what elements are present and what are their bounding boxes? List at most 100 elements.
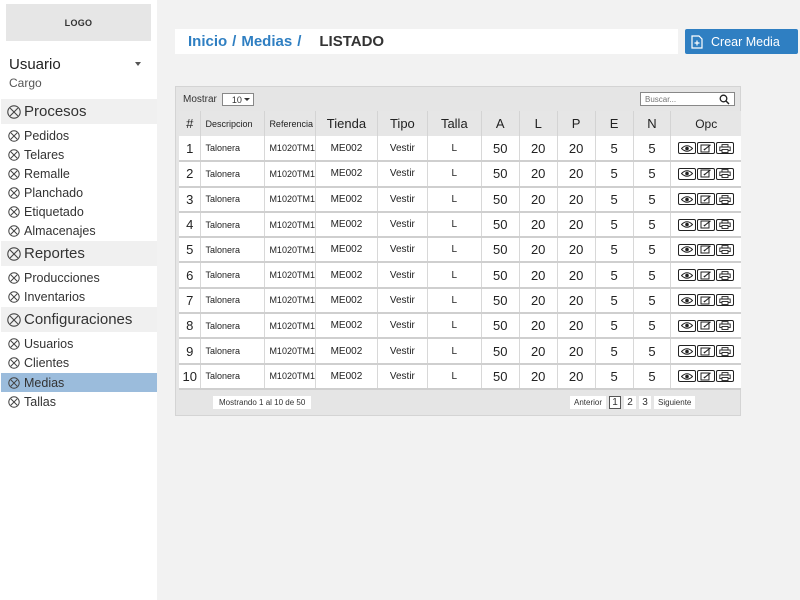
cell-n: 5 [632, 237, 671, 264]
sidebar-item-planchado[interactable]: Planchado [1, 183, 157, 202]
print-icon[interactable] [716, 243, 735, 256]
cell-tipo: Vestir [376, 136, 428, 163]
cell-l: 20 [518, 338, 558, 365]
view-eye-icon[interactable] [678, 142, 697, 155]
circle-x-icon [8, 271, 20, 284]
row-actions [671, 243, 741, 256]
cell-tipo: Vestir [376, 338, 428, 365]
sidebar-item-inventarios[interactable]: Inventarios [1, 287, 157, 306]
col-header-referencia[interactable]: Referencia [264, 111, 316, 136]
view-eye-icon[interactable] [678, 345, 697, 358]
cell-opc [670, 363, 741, 390]
edit-icon[interactable] [697, 167, 716, 180]
edit-icon[interactable] [697, 193, 716, 206]
sidebar-item-pedidos[interactable]: Pedidos [1, 126, 157, 145]
col-header-tienda[interactable]: Tienda [314, 111, 378, 136]
edit-icon[interactable] [697, 142, 716, 155]
circle-x-icon [8, 395, 20, 408]
view-eye-icon[interactable] [678, 193, 697, 206]
breadcrumb-medias[interactable]: Medias [241, 33, 292, 50]
print-icon[interactable] [716, 294, 735, 307]
print-icon[interactable] [716, 193, 735, 206]
sidebar-section-reportes[interactable]: Reportes [1, 241, 157, 266]
view-eye-icon[interactable] [678, 167, 697, 180]
edit-icon[interactable] [697, 345, 716, 358]
print-icon[interactable] [716, 167, 735, 180]
sidebar-item-label: Planchado [24, 185, 84, 200]
cell-e: 5 [594, 287, 634, 315]
view-eye-icon[interactable] [678, 294, 697, 307]
user-name: Usuario [9, 55, 61, 73]
col-header-e[interactable]: E [594, 111, 634, 136]
media-table: # Descripcion Referencia Tienda Tipo Tal… [179, 111, 741, 390]
pagination-prev[interactable]: Anterior [570, 396, 607, 409]
col-header-p[interactable]: P [556, 111, 596, 136]
edit-icon[interactable] [697, 294, 716, 307]
cell-l: 20 [518, 186, 558, 213]
edit-icon[interactable] [697, 319, 716, 332]
cell-tipo: Vestir [376, 186, 428, 213]
sidebar-item-usuarios[interactable]: Usuarios [1, 334, 157, 353]
user-menu[interactable]: Usuario [9, 55, 149, 73]
edit-icon[interactable] [697, 370, 716, 383]
row-actions [671, 193, 741, 206]
pagination-next[interactable]: Siguiente [654, 396, 696, 409]
circle-x-icon [8, 186, 20, 199]
search-box[interactable] [640, 92, 735, 106]
pagination-page-1[interactable]: 1 [609, 396, 622, 409]
cell-tienda: ME002 [314, 313, 378, 340]
col-header-n[interactable]: N [632, 111, 671, 136]
cell-p: 20 [556, 161, 596, 188]
print-icon[interactable] [716, 370, 735, 383]
sidebar-item-remalle[interactable]: Remalle [1, 164, 157, 183]
view-eye-icon[interactable] [678, 243, 697, 256]
view-eye-icon[interactable] [678, 218, 697, 231]
print-icon[interactable] [716, 345, 735, 358]
create-media-button[interactable]: Crear Media [685, 29, 798, 54]
sidebar-item-producciones[interactable]: Producciones [1, 268, 157, 287]
table-row: 3 Talonera M1020TM1 ME002 Vestir L 50 20 20 5 5 [179, 186, 741, 213]
view-eye-icon[interactable] [678, 319, 697, 332]
sidebar-section-configuraciones[interactable]: Configuraciones [1, 307, 157, 332]
edit-icon[interactable] [697, 218, 716, 231]
col-header-number[interactable]: # [179, 111, 201, 136]
col-header-descripcion[interactable]: Descripcion [200, 111, 265, 136]
sidebar-item-telares[interactable]: Telares [1, 145, 157, 164]
print-icon[interactable] [716, 269, 735, 282]
sidebar-item-almacenajes[interactable]: Almacenajes [1, 221, 157, 240]
circle-x-icon [8, 205, 20, 218]
sidebar-item-etiquetado[interactable]: Etiquetado [1, 202, 157, 221]
cell-talla: L [426, 313, 482, 340]
breadcrumb-inicio[interactable]: Inicio [188, 33, 227, 50]
sidebar-item-clientes[interactable]: Clientes [1, 353, 157, 372]
caret-down-icon[interactable] [135, 62, 141, 66]
view-eye-icon[interactable] [678, 370, 697, 383]
edit-icon[interactable] [697, 243, 716, 256]
sidebar-section-procesos[interactable]: Procesos [1, 99, 157, 124]
sidebar-item-medias[interactable]: Medias [1, 373, 157, 392]
pagination-page-3[interactable]: 3 [639, 396, 652, 409]
col-header-l[interactable]: L [518, 111, 558, 136]
search-input[interactable] [645, 94, 715, 104]
view-eye-icon[interactable] [678, 269, 697, 282]
col-header-a[interactable]: A [480, 111, 520, 136]
cell-tipo: Vestir [376, 363, 428, 390]
circle-x-icon [7, 104, 21, 119]
print-icon[interactable] [716, 218, 735, 231]
print-icon[interactable] [716, 142, 735, 155]
col-header-tipo[interactable]: Tipo [376, 111, 428, 136]
sidebar-item-tallas[interactable]: Tallas [1, 392, 157, 411]
cell-opc [670, 338, 741, 365]
edit-icon[interactable] [697, 269, 716, 282]
pagination-page-2[interactable]: 2 [624, 396, 637, 409]
cell-referencia: M1020TM1 [264, 161, 316, 188]
cell-e: 5 [594, 237, 634, 264]
print-icon[interactable] [716, 319, 735, 332]
circle-x-icon [8, 129, 20, 142]
cell-referencia: M1020TM1 [264, 262, 316, 289]
page-size-select[interactable]: 10 [221, 93, 254, 106]
search-icon[interactable] [719, 94, 730, 105]
cell-tienda: ME002 [314, 237, 378, 264]
col-header-talla[interactable]: Talla [426, 111, 482, 136]
create-media-label: Crear Media [711, 34, 780, 49]
